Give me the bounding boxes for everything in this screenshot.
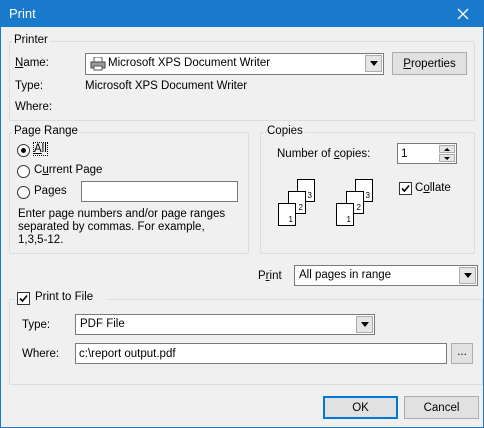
pages-input-field[interactable] <box>82 182 237 201</box>
file-type-value: PDF File <box>80 318 125 330</box>
print-to-file-checkbox[interactable] <box>17 292 30 305</box>
browse-button-label: ... <box>457 345 467 358</box>
number-of-copies-label: Number of copies: <box>277 148 371 160</box>
chevron-down-icon <box>444 156 450 160</box>
number-of-copies-input[interactable] <box>398 144 440 163</box>
checkmark-icon <box>19 294 28 303</box>
print-what-select[interactable]: All pages in range <box>294 265 478 286</box>
file-where-input[interactable] <box>75 343 447 364</box>
checkmark-icon <box>401 184 410 193</box>
properties-button[interactable]: Properties <box>392 52 467 75</box>
chevron-down-icon <box>463 273 472 278</box>
file-type-select[interactable]: PDF File <box>75 314 375 335</box>
spinner-up-button[interactable] <box>439 145 455 153</box>
close-icon <box>457 8 469 20</box>
spinner-down-button[interactable] <box>439 154 455 162</box>
properties-button-label: Properties <box>403 57 456 70</box>
page-range-help-line-2: separated by commas. For example, <box>18 221 205 233</box>
collate-page-1-stack-1: 1 <box>278 203 296 226</box>
page-range-help-line-1: Enter page numbers and/or page ranges <box>18 208 226 220</box>
file-where-label: Where: <box>22 348 60 360</box>
current-page-radio[interactable] <box>17 165 30 178</box>
file-where-input-field[interactable] <box>76 344 446 363</box>
close-button[interactable] <box>443 1 483 27</box>
pages-input[interactable] <box>81 181 238 202</box>
printer-icon <box>90 57 106 71</box>
number-of-copies-spinner[interactable] <box>397 143 457 164</box>
page-range-help-line-3: 1,3,5-12. <box>18 234 64 246</box>
cancel-button[interactable]: Cancel <box>404 396 479 419</box>
print-dialog: Print Printer Name: Microsoft XPS Docume… <box>0 0 484 428</box>
printer-name-value: Microsoft XPS Document Writer <box>108 57 271 69</box>
printer-name-label: Name: <box>15 57 49 69</box>
pages-label[interactable]: Pages <box>34 185 67 197</box>
chevron-up-icon <box>444 147 450 151</box>
ok-button-label: OK <box>352 401 369 414</box>
collate-checkbox[interactable] <box>399 182 412 195</box>
printer-name-dropdown-arrow[interactable] <box>365 55 382 72</box>
chevron-down-icon <box>360 322 369 327</box>
file-type-dropdown-arrow[interactable] <box>356 316 373 333</box>
browse-button[interactable]: ... <box>451 343 473 364</box>
pages-radio[interactable] <box>17 186 30 199</box>
window-title: Print <box>9 6 36 21</box>
chevron-down-icon <box>369 61 378 66</box>
collate-label[interactable]: Collate <box>415 182 451 194</box>
print-to-file-group <box>9 299 483 385</box>
cancel-button-label: Cancel <box>423 401 460 414</box>
all-pages-radio[interactable] <box>17 144 30 157</box>
print-to-file-label[interactable]: Print to File <box>35 291 93 303</box>
printer-type-value: Microsoft XPS Document Writer <box>85 80 248 92</box>
print-what-value: All pages in range <box>299 269 392 281</box>
title-bar: Print <box>1 1 483 27</box>
all-pages-label[interactable]: All <box>33 142 48 156</box>
printer-where-label: Where: <box>15 101 53 113</box>
current-page-label[interactable]: Current Page <box>34 164 102 176</box>
file-type-label: Type: <box>22 319 51 331</box>
copies-legend: Copies <box>265 125 305 137</box>
ok-button[interactable]: OK <box>323 396 398 419</box>
printer-group-legend: Printer <box>12 34 50 46</box>
page-range-legend: Page Range <box>12 125 80 137</box>
printer-name-select[interactable]: Microsoft XPS Document Writer <box>85 53 384 75</box>
printer-type-label: Type: <box>15 80 44 92</box>
collate-page-1-stack-2: 1 <box>336 203 354 226</box>
print-to-file-legend: Print to File <box>15 291 107 306</box>
print-what-dropdown-arrow[interactable] <box>459 267 476 284</box>
print-what-label: Print <box>258 270 282 282</box>
